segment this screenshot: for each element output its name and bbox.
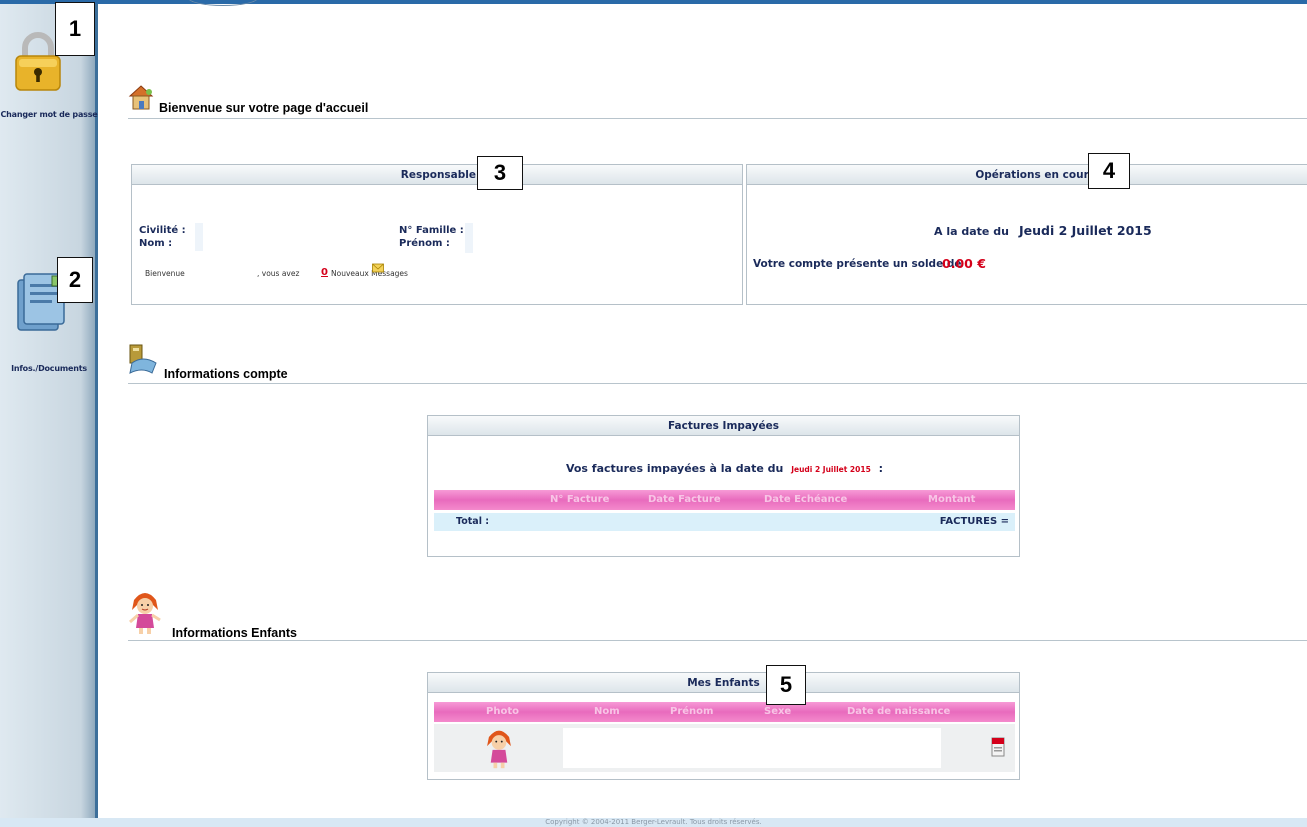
invoices-panel: Factures Impayées Vos factures impayées … bbox=[427, 415, 1020, 557]
invoices-title: Factures Impayées bbox=[667, 419, 780, 432]
child-icon bbox=[129, 593, 161, 634]
famille-label: N° Famille : bbox=[399, 225, 464, 236]
civilite-label: Civilité : bbox=[139, 225, 186, 236]
welcome-you-have: , vous avez bbox=[257, 269, 300, 278]
invoices-panel-header: Factures Impayées bbox=[428, 416, 1019, 436]
callout-marker-1: 1 bbox=[55, 2, 95, 56]
sidebar-item-label: Infos./Documents bbox=[11, 364, 87, 373]
invoices-table-header: N° Facture Date Facture Date Echéance Mo… bbox=[434, 490, 1015, 510]
welcome-greeting: Bienvenue bbox=[145, 269, 185, 278]
operations-panel: Opérations en cours A la date du Jeudi 2… bbox=[746, 164, 1307, 305]
invoices-subtitle: Vos factures impayées à la date du Jeudi… bbox=[428, 462, 1021, 475]
invoices-subtitle-prefix: Vos factures impayées à la date du bbox=[565, 462, 784, 475]
new-messages-label: Nouveaux Messages bbox=[331, 269, 408, 278]
column-header: Sexe bbox=[764, 706, 792, 717]
responsable-panel-header: Responsable bbox=[132, 165, 742, 185]
account-book-icon bbox=[129, 344, 157, 374]
pdf-icon[interactable] bbox=[991, 737, 1005, 757]
column-header: Montant bbox=[928, 494, 976, 505]
callout-marker-2: 2 bbox=[57, 257, 93, 303]
column-header: Photo bbox=[486, 706, 519, 717]
welcome-title: Bienvenue sur votre page d'accueil bbox=[159, 101, 369, 115]
main-content: Bienvenue sur votre page d'accueil Respo… bbox=[128, 0, 1307, 827]
balance-value: 0.00 € bbox=[942, 256, 986, 271]
children-panel-header: Mes Enfants bbox=[428, 673, 1019, 693]
account-title: Informations compte bbox=[164, 367, 288, 381]
invoices-total-row: Total : FACTURES = bbox=[434, 513, 1015, 531]
column-header: Date Echéance bbox=[764, 494, 848, 505]
responsable-name-field bbox=[195, 223, 203, 251]
child-photo-icon bbox=[487, 730, 511, 769]
invoices-subtitle-suffix: : bbox=[878, 462, 884, 475]
children-table-row[interactable] bbox=[434, 724, 1015, 772]
operations-title: Opérations en cours bbox=[975, 168, 1095, 181]
children-table-header: Photo Nom Prénom Sexe Date de naissance bbox=[434, 702, 1015, 722]
children-title: Informations Enfants bbox=[172, 626, 298, 640]
nom-label: Nom : bbox=[139, 238, 173, 249]
children-table-title: Mes Enfants bbox=[687, 676, 760, 689]
callout-marker-5: 5 bbox=[766, 665, 806, 705]
welcome-section-header: Bienvenue sur votre page d'accueil bbox=[128, 84, 1307, 119]
children-section-header: Informations Enfants bbox=[128, 586, 1307, 641]
balance-text: Votre compte présente un solde de bbox=[753, 258, 962, 270]
column-header: N° Facture bbox=[550, 494, 610, 505]
responsable-family-field bbox=[465, 223, 473, 253]
responsable-title: Responsable bbox=[400, 168, 476, 181]
envelope-icon[interactable] bbox=[372, 262, 384, 274]
callout-marker-4: 4 bbox=[1088, 153, 1130, 189]
house-icon bbox=[128, 85, 154, 110]
operations-panel-header: Opérations en cours bbox=[747, 165, 1307, 185]
account-section-header: Informations compte bbox=[128, 341, 1307, 384]
column-header: Date de naissance bbox=[847, 706, 951, 717]
responsable-panel: Responsable Civilité : Nom : N° Famille … bbox=[131, 164, 743, 305]
child-info-cell bbox=[563, 728, 941, 768]
column-header: Date Facture bbox=[648, 494, 721, 505]
new-messages-count-link[interactable]: 0 bbox=[321, 267, 328, 278]
sidebar-item-label: Changer mot de passe bbox=[0, 110, 98, 119]
footer-copyright: Copyright © 2004-2011 Berger-Levrault. T… bbox=[0, 818, 1307, 827]
sidebar: Changer mot de passe Infos./Documents bbox=[0, 4, 98, 819]
total-label: Total : bbox=[456, 516, 490, 527]
invoices-subtitle-date: Jeudi 2 Juillet 2015 bbox=[791, 465, 871, 474]
callout-marker-3: 3 bbox=[477, 156, 523, 190]
date-prefix: A la date du bbox=[934, 225, 1009, 238]
current-date: Jeudi 2 Juillet 2015 bbox=[1019, 223, 1152, 238]
children-panel: Mes Enfants Photo Nom Prénom Sexe Date d… bbox=[427, 672, 1020, 780]
prenom-label: Prénom : bbox=[399, 238, 450, 249]
total-value: FACTURES = bbox=[939, 516, 1009, 527]
column-header: Nom bbox=[594, 706, 620, 717]
column-header: Prénom bbox=[670, 706, 714, 717]
